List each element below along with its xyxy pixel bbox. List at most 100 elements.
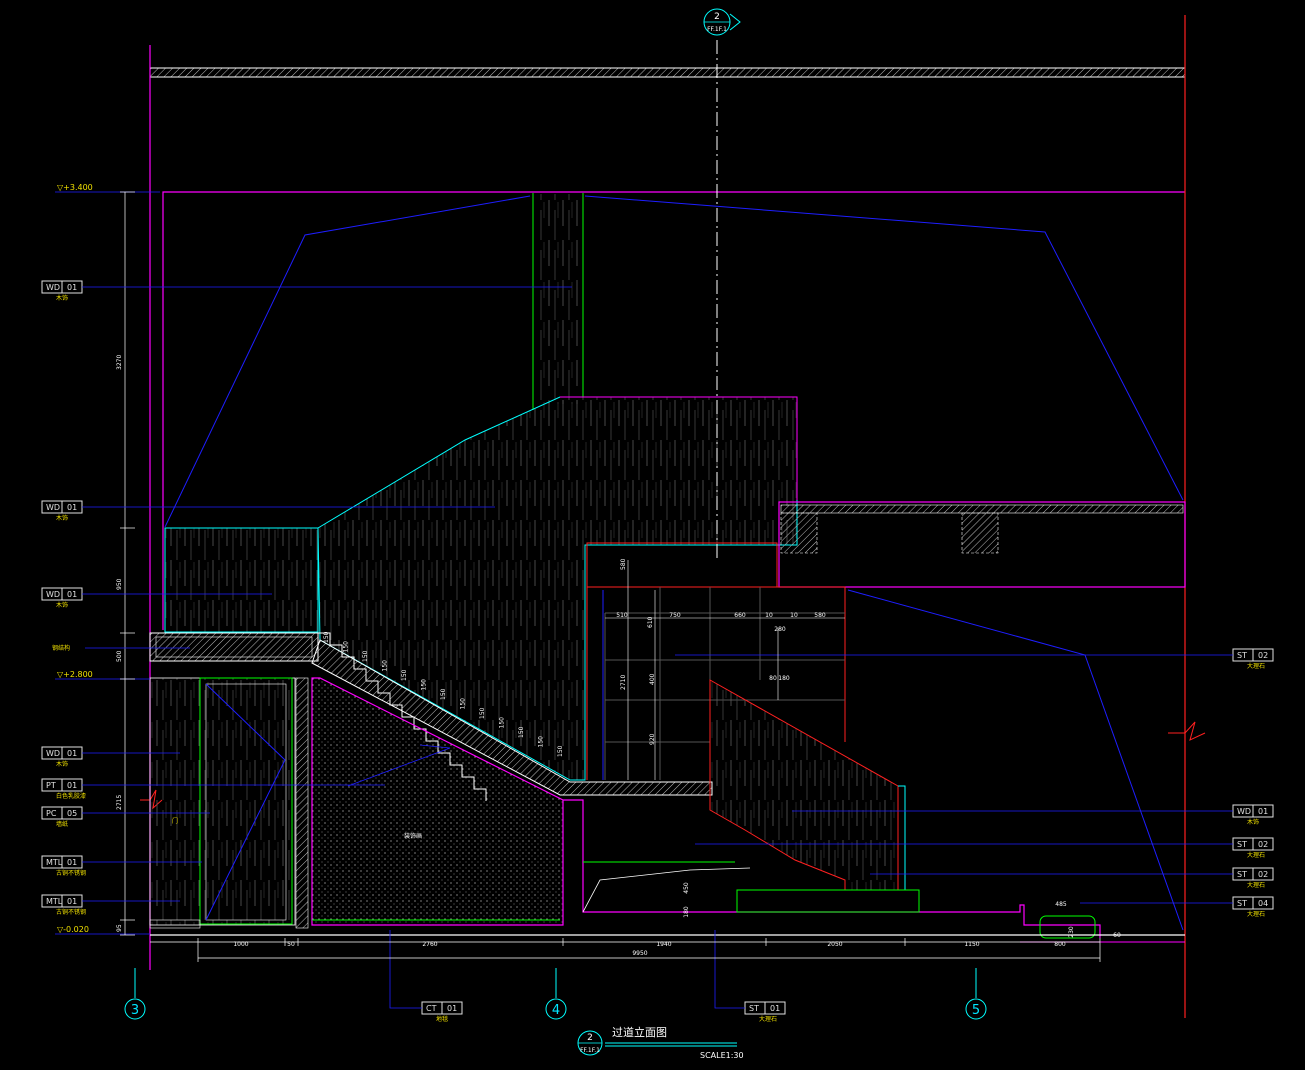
misc-dim-7: 800 — [1054, 941, 1066, 948]
stair-dim-4: 150 — [401, 669, 408, 681]
center-column — [532, 193, 584, 410]
title-marker-num: 2 — [587, 1033, 593, 1043]
bottom-dim-1: 50 — [287, 941, 295, 948]
right-tag-4: ST 04 大理石 — [1080, 896, 1274, 918]
right-tag-0-code: ST — [1237, 651, 1247, 660]
grid-axis-5: 5 — [972, 1003, 980, 1018]
right-tag-2-num: 02 — [1258, 840, 1268, 849]
left-tag-2-code: WD — [46, 590, 60, 599]
left-tag-5-desc: 墙纸 — [56, 820, 68, 828]
stair-dim-7: 150 — [460, 698, 467, 710]
left-tag-1-code: WD — [46, 503, 60, 512]
misc-dim-6: 60 — [1113, 932, 1121, 939]
misc-dim-5: 230 — [1068, 926, 1075, 938]
left-tag-6-code: MTL — [46, 858, 63, 867]
stair-dim-9: 150 — [499, 717, 506, 729]
stair-dim-1: 150 — [343, 641, 350, 653]
top-marker-num: 2 — [714, 12, 720, 22]
vdim-4: 95 — [116, 924, 123, 932]
left-lower-wall — [149, 677, 309, 929]
bottom-dim-0: 1000 — [233, 941, 248, 948]
bottom-dim-5: 1150 — [964, 941, 979, 948]
drawing-scale: SCALE1:30 — [700, 1051, 744, 1060]
left-tag-0: WD 01 木饰 — [41, 280, 572, 302]
total-dim: 9950 — [632, 950, 647, 957]
bottom-material-tags: CT 01 地毯 ST 01 大理石 — [389, 930, 786, 1023]
right-tag-4-desc: 大理石 — [1247, 910, 1265, 918]
left-tag-3-code: WD — [46, 749, 60, 758]
level-marks: ▽+3.400 ▽+2.800 ▽-0.020 — [55, 183, 160, 935]
left-tag-7-desc: 古铜不锈钢 — [56, 908, 86, 916]
stair-dim-6: 150 — [440, 688, 447, 700]
left-tag-3-num: 01 — [67, 749, 77, 758]
stair-dim-2: 150 — [362, 650, 369, 662]
wall-note: 装饰画 — [404, 832, 422, 840]
right-tag-1-num: 01 — [1258, 807, 1268, 816]
top-marker-ref: FF.1F.1 — [707, 26, 727, 33]
vdim-2: 500 — [116, 650, 123, 662]
landing-slab — [149, 632, 319, 662]
right-tag-4-code: ST — [1237, 899, 1247, 908]
bottom-tag-0: CT 01 地毯 — [421, 1001, 463, 1023]
vdim-3: 2715 — [116, 795, 123, 810]
right-tag-3: ST 02 大理石 — [870, 867, 1274, 889]
misc-dim-0: 80 — [769, 675, 777, 682]
right-tag-2-desc: 大理石 — [1247, 851, 1265, 859]
misc-dim-4: 485 — [1055, 901, 1067, 908]
bottom-dim-4: 2050 — [827, 941, 842, 948]
left-tag-1-desc: 木饰 — [56, 514, 68, 522]
stair-dim-12: 150 — [557, 745, 564, 757]
stair-dim-3: 150 — [382, 660, 389, 672]
bottom-dim-3: 1940 — [656, 941, 671, 948]
right-tag-3-num: 02 — [1258, 870, 1268, 879]
vdim-1: 950 — [116, 578, 123, 590]
title-marker-ref: FF.1F.1 — [580, 1047, 600, 1054]
bottom-tag-1-num: 01 — [770, 1004, 780, 1013]
bottom-tag-0-num: 01 — [447, 1004, 457, 1013]
misc-dim-1: 180 — [778, 675, 790, 682]
left-tag-7-num: 01 — [67, 897, 77, 906]
break-line — [1168, 721, 1206, 741]
right-tag-0-num: 02 — [1258, 651, 1268, 660]
left-note: 钢结构 — [52, 644, 70, 652]
top-section-marker: 2 FF.1F.1 — [703, 8, 741, 36]
left-tag-1-num: 01 — [67, 503, 77, 512]
left-tag-6-desc: 古铜不锈钢 — [56, 869, 86, 877]
left-tag-0-desc: 木饰 — [56, 294, 68, 302]
drawing-title: 过道立面图 — [612, 1025, 667, 1039]
right-tag-2-code: ST — [1237, 840, 1247, 849]
left-tag-3-desc: 木饰 — [56, 760, 68, 768]
right-tag-1-desc: 木饰 — [1247, 818, 1259, 826]
misc-dim-3: 180 — [683, 906, 690, 918]
stair-dim-10: 150 — [518, 726, 525, 738]
elevation-drawing: 装饰画 2 FF.1F.1 ▽+3.400 ▽+2.800 ▽-0.020 32… — [41, 8, 1274, 1060]
left-tag-4-desc: 白色乳胶漆 — [56, 792, 86, 800]
level-floor: ▽-0.020 — [57, 925, 89, 934]
grid-axis-3: 3 — [131, 1003, 139, 1018]
level-mid: ▽+2.800 — [57, 670, 93, 679]
right-tag-0-desc: 大理石 — [1247, 662, 1265, 670]
cad-elevation-canvas: 装饰画 2 FF.1F.1 ▽+3.400 ▽+2.800 ▽-0.020 32… — [0, 0, 1305, 1066]
left-vdim-texts: 3270 950 500 2715 95 — [116, 355, 123, 932]
stair-dim-11: 150 — [538, 736, 545, 748]
bottom-dim-2: 2760 — [422, 941, 437, 948]
vdim-0: 3270 — [116, 355, 123, 370]
right-beam — [778, 501, 1186, 588]
stair-dim-5: 150 — [421, 679, 428, 691]
lower-stair — [563, 679, 1101, 939]
bottom-tag-0-desc: 地毯 — [436, 1015, 448, 1023]
left-tag-2-num: 01 — [67, 590, 77, 599]
left-tag-5-num: 05 — [67, 809, 77, 818]
bottom-tag-0-code: CT — [426, 1004, 437, 1013]
left-tag-0-code: WD — [46, 283, 60, 292]
title-block: 2 FF.1F.1 过道立面图 SCALE1:30 — [577, 1025, 744, 1060]
left-tag-5-code: PC — [46, 809, 57, 818]
left-tag-4-code: PT — [46, 781, 56, 790]
misc-dim-2: 450 — [683, 882, 690, 894]
left-vdim-chain — [120, 191, 135, 936]
right-tag-3-code: ST — [1237, 870, 1247, 879]
left-tag-0-num: 01 — [67, 283, 77, 292]
ceiling-slab — [149, 67, 1186, 78]
left-tag-6-num: 01 — [67, 858, 77, 867]
door-note: 门 — [172, 817, 178, 825]
